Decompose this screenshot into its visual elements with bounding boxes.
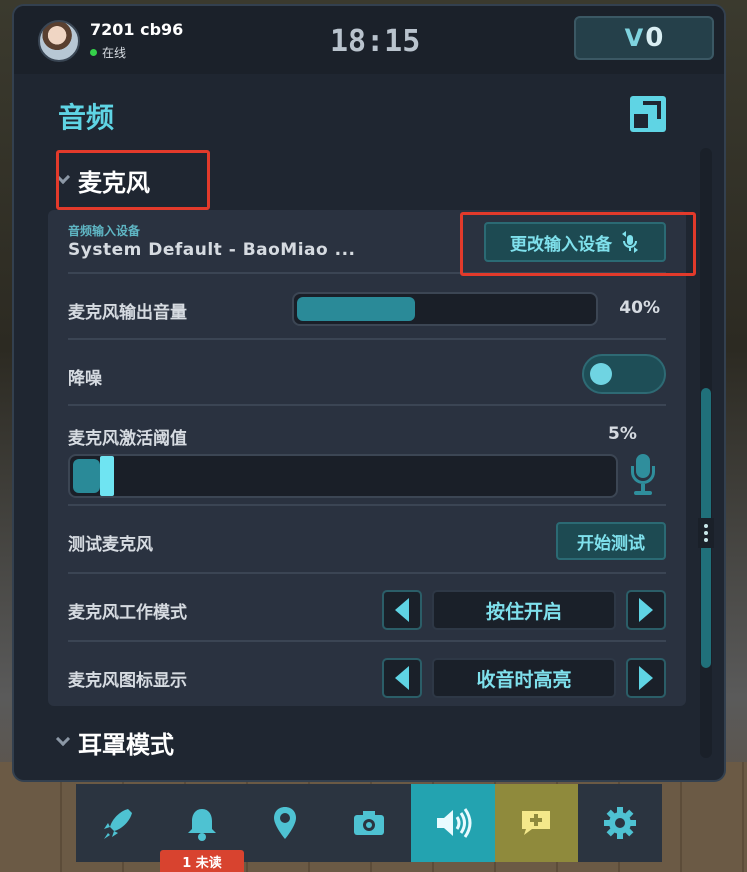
noise-reduction-toggle[interactable] bbox=[582, 354, 666, 394]
settings-panel: 7201 cb96 在线 18:15 V 0 音频 麦克风 音频输入设备 Sys… bbox=[12, 4, 726, 782]
dock-settings-button[interactable] bbox=[578, 784, 663, 862]
noise-reduction-row: 降噪 bbox=[68, 342, 666, 406]
map-pin-icon bbox=[274, 807, 297, 839]
camera-icon bbox=[354, 811, 385, 835]
microphone-settings-card: 音频输入设备 System Default - BaoMiao ... 更改输入… bbox=[48, 210, 686, 706]
arrow-right-icon bbox=[639, 666, 653, 690]
noise-reduction-label: 降噪 bbox=[68, 369, 102, 389]
microphone-icon-display-row: 麦克风图标显示 收音时高亮 bbox=[68, 644, 666, 706]
gear-icon bbox=[604, 807, 637, 839]
popout-icon[interactable] bbox=[630, 96, 666, 132]
dock-audio-button[interactable] bbox=[410, 784, 495, 862]
activation-threshold-label: 麦克风激活阈值 bbox=[68, 429, 187, 449]
clock: 18:15 bbox=[330, 24, 421, 59]
chevron-down-icon bbox=[55, 731, 71, 747]
toggle-knob bbox=[590, 363, 612, 385]
threshold-handle[interactable] bbox=[100, 456, 114, 496]
icon-display-next-button[interactable] bbox=[626, 658, 666, 698]
dock-location-button[interactable] bbox=[243, 784, 328, 862]
credits-amount: 0 bbox=[645, 23, 664, 53]
dock-camera-button[interactable] bbox=[327, 784, 411, 862]
microphone-icon-display-value: 收音时高亮 bbox=[432, 658, 616, 698]
dock-rocket-button[interactable] bbox=[76, 784, 160, 862]
page-title: 音频 bbox=[58, 101, 115, 134]
icon-display-prev-button[interactable] bbox=[382, 658, 422, 698]
output-volume-slider[interactable] bbox=[292, 292, 598, 326]
test-microphone-label: 测试麦克风 bbox=[68, 535, 153, 555]
headset-mode-group-header[interactable]: 耳罩模式 bbox=[55, 722, 174, 762]
input-device-value: System Default - BaoMiao ... bbox=[68, 240, 356, 260]
bell-icon bbox=[187, 809, 216, 841]
microphone-icon bbox=[628, 454, 658, 498]
highlight-microphone-heading bbox=[56, 150, 210, 210]
arrow-left-icon bbox=[395, 598, 409, 622]
input-device-label: 音频输入设备 bbox=[68, 224, 141, 238]
speaker-icon bbox=[436, 808, 472, 838]
credits-button[interactable]: V 0 bbox=[574, 16, 714, 60]
status-text: 在线 bbox=[102, 46, 127, 60]
mode-next-button[interactable] bbox=[626, 590, 666, 630]
scroll-grip-icon[interactable] bbox=[698, 518, 714, 548]
microphone-icon-display-label: 麦克风图标显示 bbox=[68, 671, 187, 691]
credits-v-icon: V bbox=[624, 24, 644, 52]
online-dot-icon bbox=[90, 49, 97, 56]
top-bar: 7201 cb96 在线 18:15 V 0 bbox=[14, 6, 724, 74]
arrow-left-icon bbox=[395, 666, 409, 690]
headset-mode-heading: 耳罩模式 bbox=[78, 730, 174, 759]
avatar[interactable] bbox=[38, 20, 80, 62]
chat-add-icon bbox=[522, 811, 551, 835]
arrow-right-icon bbox=[639, 598, 653, 622]
microphone-mode-value: 按住开启 bbox=[432, 590, 616, 630]
output-volume-fill bbox=[297, 297, 415, 321]
highlight-change-device bbox=[460, 212, 696, 276]
activation-threshold-fill bbox=[73, 459, 100, 493]
dock-chat-button[interactable] bbox=[494, 784, 579, 862]
online-status: 在线 bbox=[90, 44, 126, 61]
scrollbar[interactable] bbox=[700, 148, 712, 758]
microphone-mode-label: 麦克风工作模式 bbox=[68, 603, 187, 623]
output-volume-row: 麦克风输出音量 40% bbox=[68, 276, 666, 340]
start-test-label: 开始测试 bbox=[577, 533, 645, 554]
mode-prev-button[interactable] bbox=[382, 590, 422, 630]
notification-badge: 1 未读 bbox=[160, 850, 244, 872]
test-microphone-row: 测试麦克风 开始测试 bbox=[68, 508, 666, 574]
activation-threshold-value: 5% bbox=[608, 424, 637, 444]
rocket-icon bbox=[103, 809, 132, 839]
start-test-button[interactable]: 开始测试 bbox=[556, 522, 666, 560]
output-volume-value: 40% bbox=[619, 298, 660, 318]
output-volume-label: 麦克风输出音量 bbox=[68, 303, 187, 323]
username: 7201 cb96 bbox=[90, 20, 184, 39]
microphone-mode-row: 麦克风工作模式 按住开启 bbox=[68, 576, 666, 642]
activation-threshold-slider[interactable] bbox=[68, 454, 618, 498]
activation-threshold-row: 麦克风激活阈值 5% bbox=[68, 408, 666, 506]
